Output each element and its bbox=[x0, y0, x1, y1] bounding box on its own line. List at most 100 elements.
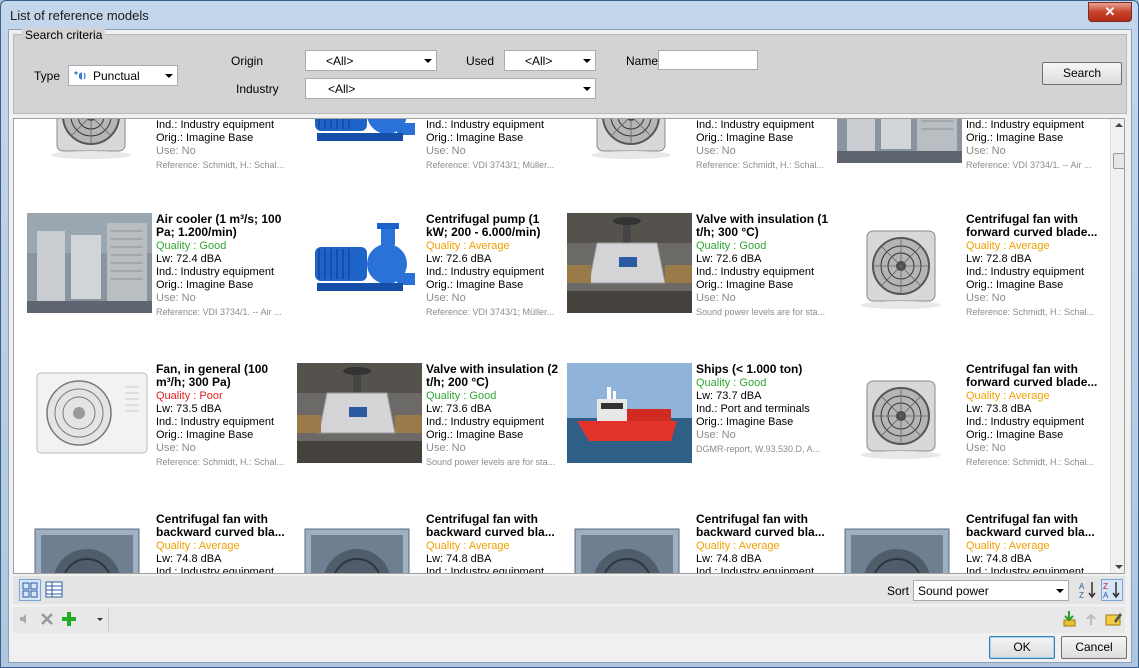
model-origin: Orig.: Imagine Base bbox=[966, 429, 1064, 441]
title-bar[interactable]: List of reference models ✕ bbox=[1, 1, 1138, 29]
model-origin: Orig.: Imagine Base bbox=[156, 132, 254, 144]
used-value: <All> bbox=[525, 54, 553, 68]
model-origin: Orig.: Imagine Base bbox=[696, 416, 794, 428]
model-card-partial[interactable]: Ind.: Industry equipment Orig.: Imagine … bbox=[837, 119, 1107, 213]
sort-ascending-icon[interactable]: AZ bbox=[1077, 579, 1099, 601]
used-combo[interactable]: <All> bbox=[504, 50, 596, 71]
name-input[interactable] bbox=[658, 50, 758, 70]
model-quality: Quality : Poor bbox=[156, 390, 223, 402]
model-info: Centrifugal fan with forward curved blad… bbox=[966, 213, 1104, 319]
name-label: Name bbox=[626, 54, 659, 68]
model-industry: Ind.: Industry equipment bbox=[156, 266, 275, 278]
model-card[interactable]: Centrifugal fan with forward curved blad… bbox=[837, 363, 1107, 513]
model-industry: Ind.: Industry equipment bbox=[696, 119, 815, 131]
model-thumbnail bbox=[567, 363, 692, 463]
model-reference: Reference: Schmidt, H.: Schal... bbox=[966, 307, 1095, 317]
model-card[interactable]: Ships (< 1.000 ton) Quality : Good Lw: 7… bbox=[567, 363, 837, 513]
ok-button[interactable]: OK bbox=[989, 636, 1055, 659]
export-icon[interactable] bbox=[1081, 609, 1103, 631]
model-info: Ind.: Industry equipment Orig.: Imagine … bbox=[966, 119, 1104, 172]
model-origin: Orig.: Imagine Base bbox=[696, 279, 794, 291]
speaker-icon[interactable] bbox=[15, 609, 37, 631]
window-title: List of reference models bbox=[10, 8, 149, 23]
grid-view-icon[interactable] bbox=[19, 579, 41, 601]
model-name: Centrifugal fan with forward curved blad… bbox=[966, 213, 1098, 239]
sort-descending-icon[interactable]: ZA bbox=[1101, 579, 1123, 601]
origin-value: <All> bbox=[326, 54, 354, 68]
industry-combo[interactable]: <All> bbox=[305, 78, 596, 99]
model-thumbnail bbox=[297, 119, 422, 163]
used-label: Used bbox=[466, 54, 495, 68]
scroll-thumb[interactable] bbox=[1113, 153, 1124, 169]
model-origin: Orig.: Imagine Base bbox=[966, 279, 1064, 291]
model-info: Centrifugal pump (1 kW; 200 - 6.000/min)… bbox=[426, 213, 564, 319]
dialog-window: List of reference models ✕ Search criter… bbox=[0, 0, 1139, 668]
model-quality: Quality : Good bbox=[156, 240, 227, 252]
edit-folder-icon[interactable] bbox=[1103, 609, 1125, 631]
model-card-partial[interactable]: Ind.: Industry equipment Orig.: Imagine … bbox=[27, 119, 297, 213]
table-view-icon[interactable] bbox=[43, 579, 65, 601]
type-combo[interactable]: Punctual bbox=[68, 65, 178, 86]
industry-label: Industry bbox=[236, 82, 279, 96]
scroll-down-icon[interactable] bbox=[1115, 565, 1123, 569]
model-info: Centrifugal fan with backward curved bla… bbox=[696, 513, 834, 573]
model-industry: Ind.: Industry equipment bbox=[966, 416, 1085, 428]
model-card[interactable]: Valve with insulation (1 t/h; 300 °C) Qu… bbox=[567, 213, 837, 363]
vertical-scrollbar[interactable] bbox=[1110, 119, 1124, 573]
model-thumbnail bbox=[297, 513, 422, 573]
model-use: Use: No bbox=[156, 145, 196, 157]
model-card-partial[interactable]: Ind.: Industry equipment Orig.: Imagine … bbox=[567, 119, 837, 213]
model-industry: Ind.: Industry equipment bbox=[426, 266, 545, 278]
model-thumbnail bbox=[837, 119, 962, 163]
model-card[interactable]: Centrifugal fan with backward curved bla… bbox=[297, 513, 567, 573]
scroll-up-icon[interactable] bbox=[1115, 123, 1123, 127]
close-button[interactable]: ✕ bbox=[1088, 2, 1132, 22]
model-quality: Quality : Good bbox=[696, 377, 767, 389]
sort-value: Sound power bbox=[918, 584, 989, 598]
model-quality: Quality : Average bbox=[966, 390, 1050, 402]
model-sound-power: Lw: 72.6 dBA bbox=[696, 253, 762, 265]
model-use: Use: No bbox=[426, 442, 466, 454]
model-name: Valve with insulation (2 t/h; 200 °C) bbox=[426, 363, 559, 389]
model-card[interactable]: Fan, in general (100 m³/h; 300 Pa) Quali… bbox=[27, 363, 297, 513]
model-reference: Reference: Schmidt, H.: Schal... bbox=[966, 457, 1095, 467]
chevron-down-icon bbox=[583, 59, 591, 63]
origin-label: Origin bbox=[231, 54, 264, 68]
model-name: Centrifugal pump (1 kW; 200 - 6.000/min) bbox=[426, 213, 541, 239]
import-icon[interactable] bbox=[1059, 609, 1081, 631]
model-thumbnail bbox=[567, 119, 692, 163]
model-quality: Quality : Average bbox=[966, 240, 1050, 252]
model-industry: Ind.: Industry equipment bbox=[426, 119, 545, 131]
model-thumbnail bbox=[297, 363, 422, 463]
model-card[interactable]: Valve with insulation (2 t/h; 200 °C) Qu… bbox=[297, 363, 567, 513]
type-label: Type bbox=[34, 69, 61, 83]
add-menu-chevron-icon[interactable] bbox=[79, 609, 109, 631]
model-card[interactable]: Air cooler (1 m³/s; 100 Pa; 1.200/min) Q… bbox=[27, 213, 297, 363]
reference-models-grid[interactable]: Ind.: Industry equipment Orig.: Imagine … bbox=[13, 118, 1125, 574]
model-industry: Ind.: Industry equipment bbox=[966, 119, 1085, 131]
model-origin: Orig.: Imagine Base bbox=[426, 429, 524, 441]
search-button[interactable]: Search bbox=[1042, 62, 1122, 85]
delete-icon[interactable] bbox=[37, 609, 59, 631]
model-thumbnail bbox=[837, 213, 962, 313]
model-info: Ships (< 1.000 ton) Quality : Good Lw: 7… bbox=[696, 363, 834, 456]
origin-combo[interactable]: <All> bbox=[305, 50, 437, 71]
model-industry: Ind.: Industry equipment bbox=[156, 119, 275, 131]
model-card-partial[interactable]: Ind.: Industry equipment Orig.: Imagine … bbox=[297, 119, 567, 213]
search-criteria-legend: Search criteria bbox=[22, 28, 106, 42]
model-card[interactable]: Centrifugal fan with backward curved bla… bbox=[567, 513, 837, 573]
model-thumbnail bbox=[27, 363, 152, 463]
model-card[interactable]: Centrifugal fan with backward curved bla… bbox=[837, 513, 1107, 574]
sort-combo[interactable]: Sound power bbox=[913, 580, 1069, 601]
search-criteria-group: Search criteria Type Punctual Origin <Al… bbox=[13, 28, 1127, 114]
cancel-button[interactable]: Cancel bbox=[1061, 636, 1127, 659]
model-card[interactable]: Centrifugal pump (1 kW; 200 - 6.000/min)… bbox=[297, 213, 567, 363]
model-card[interactable]: Centrifugal fan with forward curved blad… bbox=[837, 213, 1107, 363]
model-sound-power: Lw: 72.8 dBA bbox=[966, 253, 1032, 265]
add-icon[interactable] bbox=[59, 609, 81, 631]
model-quality: Quality : Average bbox=[966, 540, 1050, 552]
model-info: Air cooler (1 m³/s; 100 Pa; 1.200/min) Q… bbox=[156, 213, 294, 319]
model-thumbnail bbox=[27, 513, 152, 573]
model-industry: Ind.: Industry equipment bbox=[966, 566, 1085, 574]
model-card[interactable]: Centrifugal fan with backward curved bla… bbox=[27, 513, 297, 573]
